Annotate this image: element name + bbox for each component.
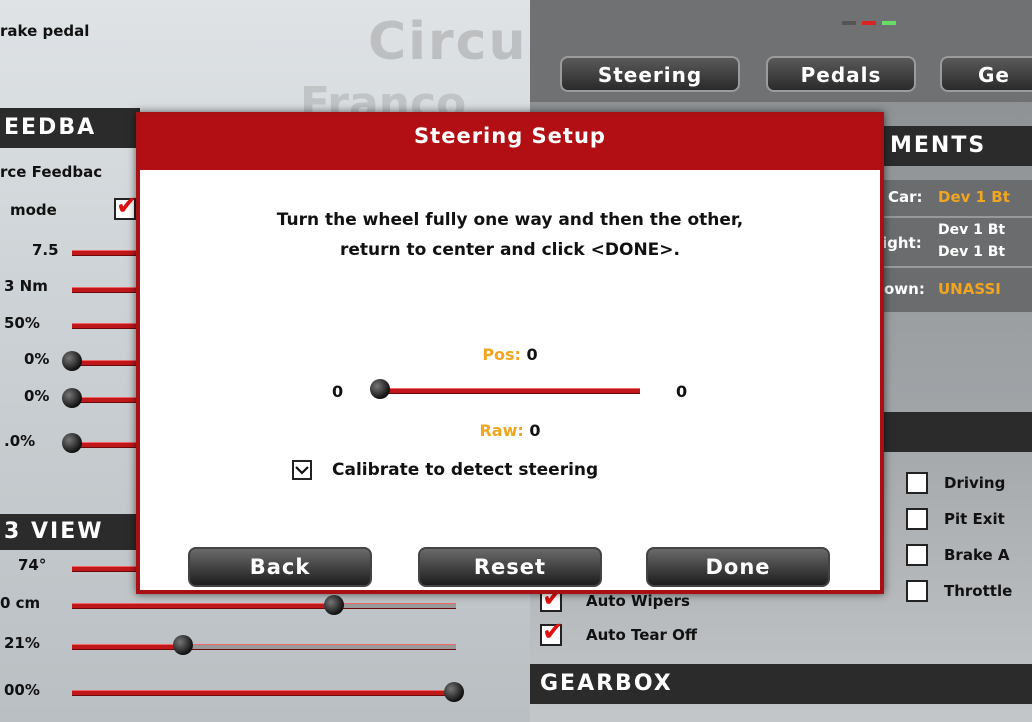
done-button[interactable]: Done: [646, 547, 830, 587]
checkmark-icon: [295, 466, 309, 475]
view-slider-2[interactable]: [72, 603, 456, 609]
brake-assist-label: Brake A: [944, 546, 1010, 564]
brake-assist-checkbox[interactable]: [906, 544, 928, 566]
view-slider-4[interactable]: [72, 690, 456, 696]
view-header: 3 VIEW: [0, 514, 140, 550]
throttle-checkbox[interactable]: [906, 580, 928, 602]
auto-tear-off-checkbox[interactable]: [540, 617, 564, 647]
dialog-title: Steering Setup: [140, 116, 880, 170]
pit-exit-label: Pit Exit: [944, 510, 1005, 528]
view-value-1: 74°: [18, 556, 47, 574]
driving-label: Driving: [944, 474, 1006, 492]
view-value-2: 0 cm: [0, 594, 41, 612]
ffb-value-3: 50%: [4, 314, 40, 332]
steering-position-knob: [370, 379, 390, 399]
ffb-slider-3[interactable]: [72, 323, 136, 329]
ffb-slider-4-knob[interactable]: [62, 351, 82, 371]
auto-wipers-label: Auto Wipers: [586, 592, 690, 610]
force-feedback-label: rce Feedbac: [0, 163, 103, 181]
raw-label: Raw:: [479, 421, 524, 440]
slider-max-label: 0: [676, 382, 688, 401]
brake-pedal-label: rake pedal: [0, 22, 90, 40]
view-header-prefix: 3: [4, 519, 22, 544]
view-slider-4-knob[interactable]: [444, 682, 464, 702]
ffb-value-2: 3 Nm: [4, 277, 48, 295]
instruction-line-1: Turn the wheel fully one way and then th…: [276, 210, 744, 230]
tab-steering[interactable]: Steering: [560, 56, 740, 92]
assign-down-row[interactable]: own: UNASSI: [880, 268, 1032, 312]
pit-exit-checkbox[interactable]: [906, 508, 928, 530]
assign-car-row[interactable]: Car: Dev 1 Bt: [880, 180, 1032, 216]
ffb-value-4: 0%: [24, 350, 50, 368]
calibrate-checkbox[interactable]: [292, 460, 312, 480]
assign-car-value: Dev 1 Bt: [938, 188, 1010, 206]
tab-pedals[interactable]: Pedals: [766, 56, 916, 92]
options-header: [880, 412, 1032, 452]
ffb-slider-6-knob[interactable]: [62, 433, 82, 453]
force-feedback-header: EEDBA: [0, 108, 140, 148]
mode-checkbox[interactable]: [114, 191, 138, 221]
view-slider-2-knob[interactable]: [324, 595, 344, 615]
steering-setup-dialog: Steering Setup Turn the wheel fully one …: [136, 112, 884, 594]
assign-car-label: Car:: [888, 188, 923, 206]
ffb-slider-1[interactable]: [72, 250, 136, 256]
calibrate-label: Calibrate to detect steering: [332, 460, 599, 480]
view-header-label: VIEW: [30, 519, 104, 544]
assignments-header: MENTS: [880, 126, 1032, 166]
assign-down-label: own:: [884, 280, 925, 298]
background-watermark: Circu: [368, 12, 528, 72]
assign-down-value: UNASSI: [938, 280, 1001, 298]
ffb-value-5: 0%: [24, 387, 50, 405]
throttle-label: Throttle: [944, 582, 1013, 600]
assign-light-label: ight:: [882, 234, 922, 252]
view-slider-3[interactable]: [72, 644, 456, 650]
view-value-4: 00%: [4, 681, 40, 699]
driving-checkbox[interactable]: [906, 472, 928, 494]
raw-value: 0: [529, 421, 541, 440]
color-indicator: [842, 10, 902, 25]
view-slider-3-knob[interactable]: [173, 635, 193, 655]
assign-light-value-2: Dev 1 Bt: [938, 244, 1006, 260]
auto-tear-off-label: Auto Tear Off: [586, 626, 698, 644]
ffb-slider-5-knob[interactable]: [62, 388, 82, 408]
back-button[interactable]: Back: [188, 547, 372, 587]
assign-light-row[interactable]: ight: Dev 1 Bt Dev 1 Bt: [880, 218, 1032, 266]
slider-min-label: 0: [332, 382, 344, 401]
view-value-3: 21%: [4, 634, 40, 652]
ffb-value-1: 7.5: [32, 241, 59, 259]
gearbox-header: GEARBOX: [530, 664, 1032, 704]
pos-value: 0: [526, 345, 538, 364]
mode-label: mode: [10, 201, 57, 219]
instruction-line-2: return to center and click <DONE>.: [340, 240, 680, 260]
raw-readout: Raw: 0: [140, 421, 880, 440]
ffb-value-6: .0%: [4, 432, 36, 450]
reset-button[interactable]: Reset: [418, 547, 602, 587]
pos-label: Pos:: [482, 345, 521, 364]
ffb-slider-2[interactable]: [72, 287, 136, 293]
view-slider-1[interactable]: [72, 566, 136, 572]
tab-general[interactable]: Ge: [940, 56, 1032, 92]
steering-position-slider: [380, 388, 640, 394]
pos-readout: Pos: 0: [140, 345, 880, 364]
assign-light-value-1: Dev 1 Bt: [938, 222, 1006, 238]
